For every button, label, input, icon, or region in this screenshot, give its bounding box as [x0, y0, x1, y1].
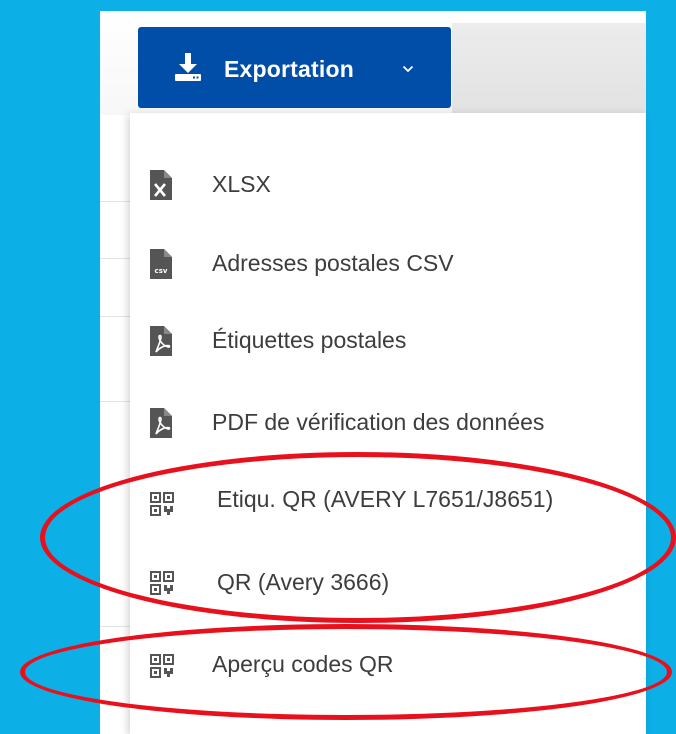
toolbar-right-area	[452, 23, 646, 115]
xlsx-file-icon	[150, 170, 172, 200]
pdf-file-icon	[150, 326, 172, 356]
csv-file-icon: csv	[150, 249, 172, 279]
download-icon	[175, 53, 201, 81]
svg-text:csv: csv	[155, 267, 168, 275]
menu-item-postal-labels[interactable]: Étiquettes postales	[130, 310, 646, 370]
export-button-label: Exportation	[224, 56, 354, 82]
menu-item-label: PDF de vérification des données	[212, 409, 545, 435]
annotation-ellipse-qr-preview	[20, 624, 672, 720]
annotation-ellipse-qr-labels	[40, 452, 676, 623]
export-button[interactable]: Exportation	[138, 27, 451, 108]
menu-item-label: XLSX	[212, 171, 271, 197]
menu-item-label: Adresses postales CSV	[212, 250, 454, 276]
table-row-divider	[100, 401, 130, 402]
table-row-divider	[100, 626, 130, 627]
menu-item-verification-pdf[interactable]: PDF de vérification des données	[130, 392, 646, 452]
chevron-down-icon	[402, 65, 414, 73]
menu-item-xlsx[interactable]: XLSX	[130, 154, 646, 214]
menu-item-label: Étiquettes postales	[212, 327, 407, 353]
menu-item-csv-addresses[interactable]: csv Adresses postales CSV	[130, 234, 646, 294]
table-row-divider	[100, 316, 130, 317]
pdf-file-icon	[150, 408, 172, 438]
table-row-divider	[100, 258, 130, 259]
table-row-divider	[100, 201, 130, 202]
